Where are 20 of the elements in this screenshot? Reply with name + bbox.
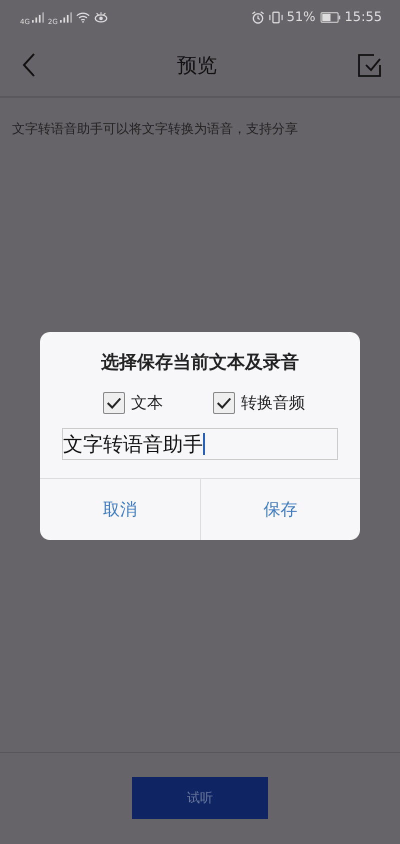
eye-icon bbox=[94, 10, 108, 24]
alarm-icon bbox=[250, 10, 265, 24]
save-button[interactable]: 保存 bbox=[200, 479, 360, 540]
back-icon bbox=[22, 53, 36, 77]
battery-icon bbox=[320, 12, 341, 22]
page-title: 预览 bbox=[177, 52, 217, 78]
name-field[interactable]: 文字转语音助手 bbox=[62, 428, 338, 460]
wifi-icon bbox=[76, 10, 90, 24]
option-checkbox[interactable]: 文本 bbox=[103, 392, 163, 414]
checkbox-icon bbox=[358, 53, 382, 77]
option-checkbox[interactable]: 转换音频 bbox=[213, 392, 305, 414]
cancel-button[interactable]: 取消 bbox=[40, 479, 200, 540]
vibrate-icon bbox=[268, 10, 283, 24]
signal-icon bbox=[32, 12, 44, 22]
confirm-button[interactable] bbox=[356, 51, 384, 79]
battery-percent: 51% bbox=[286, 10, 316, 24]
description-text: 文字转语音助手可以将文字转换为语音，支持分享 bbox=[12, 121, 299, 138]
signal-icon bbox=[60, 12, 72, 22]
dialog-title: 选择保存当前文本及录音 bbox=[101, 351, 299, 374]
clock-time: 15:55 bbox=[344, 10, 382, 24]
